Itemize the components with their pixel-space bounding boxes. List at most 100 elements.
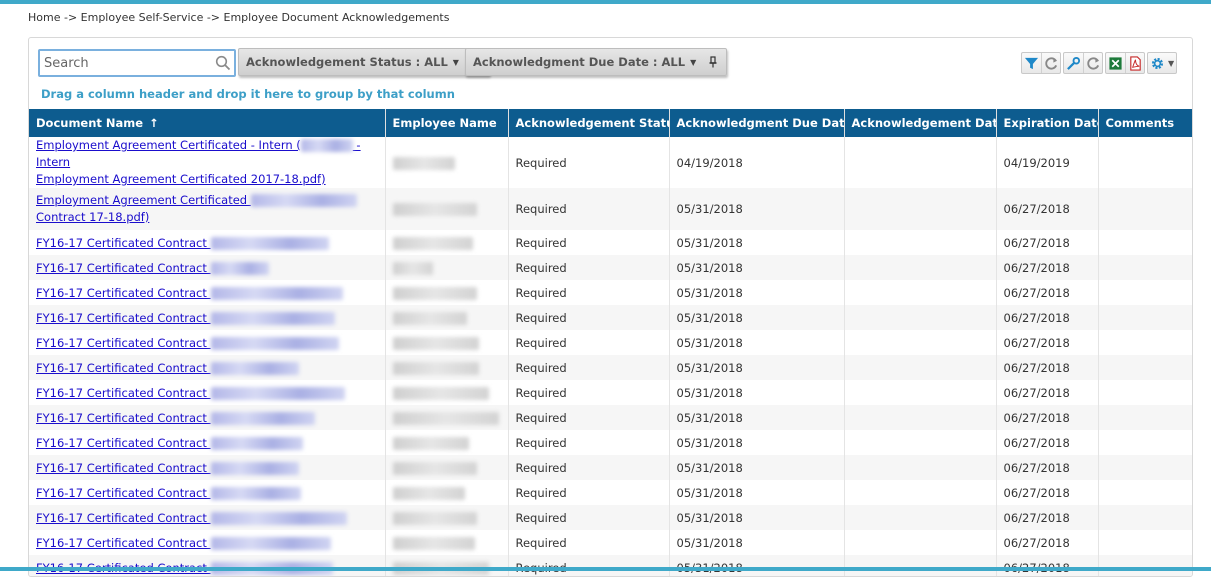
document-name-cell: FY16-17 Certificated Contract bbox=[29, 330, 386, 355]
table-row[interactable]: FY16-17 Certificated Contract Required05… bbox=[29, 230, 1192, 255]
redacted-text bbox=[300, 139, 353, 152]
expiration-date-cell: 06/27/2018 bbox=[996, 280, 1099, 305]
comments-cell bbox=[1098, 505, 1192, 530]
column-header-employee-name[interactable]: Employee Name bbox=[385, 109, 509, 137]
caret-down-icon: ▼ bbox=[690, 57, 697, 67]
document-link[interactable]: FY16-17 Certificated Contract bbox=[36, 336, 339, 350]
table-row[interactable]: FY16-17 Certificated Contract Required05… bbox=[29, 380, 1192, 405]
comments-cell bbox=[1098, 305, 1192, 330]
document-link[interactable]: FY16-17 Certificated Contract bbox=[36, 486, 301, 500]
column-header-acknowledgment-due-date[interactable]: Acknowledgment Due Date bbox=[669, 109, 845, 137]
column-header-acknowledgement-status[interactable]: Acknowledgement Status bbox=[508, 109, 670, 137]
redacted-text bbox=[392, 536, 475, 550]
expiration-date-cell: 06/27/2018 bbox=[996, 530, 1099, 555]
table-row[interactable]: FY16-17 Certificated Contract Required05… bbox=[29, 255, 1192, 280]
table-row[interactable]: Employment Agreement Certificated Contra… bbox=[29, 188, 1192, 230]
redacted-text bbox=[210, 286, 343, 300]
document-link[interactable]: FY16-17 Certificated Contract bbox=[36, 311, 335, 325]
document-link[interactable]: FY16-17 Certificated Contract bbox=[36, 361, 299, 375]
expiration-date-cell: 06/27/2018 bbox=[996, 355, 1099, 380]
redacted-text bbox=[392, 486, 465, 500]
grid-toolbar: ▼ bbox=[1021, 52, 1178, 74]
redacted-text bbox=[210, 236, 329, 250]
ack-date-cell bbox=[844, 430, 997, 455]
filter-label: Acknowledgement Status : ALL bbox=[246, 55, 448, 69]
customize-button[interactable] bbox=[1064, 53, 1083, 73]
refresh-icon bbox=[1086, 56, 1099, 70]
comments-cell bbox=[1098, 255, 1192, 280]
table-row[interactable]: FY16-17 Certificated Contract Required05… bbox=[29, 505, 1192, 530]
table-row[interactable]: FY16-17 Certificated Contract Required05… bbox=[29, 530, 1192, 555]
table-row[interactable]: FY16-17 Certificated Contract Required05… bbox=[29, 330, 1192, 355]
reset-button[interactable] bbox=[1083, 53, 1102, 73]
search-icon[interactable] bbox=[215, 55, 231, 71]
document-link[interactable]: Employment Agreement Certificated Contra… bbox=[36, 193, 357, 224]
export-excel-button[interactable] bbox=[1106, 53, 1125, 73]
table-row[interactable]: FY16-17 Certificated Contract Required05… bbox=[29, 555, 1192, 576]
due-date-cell: 05/31/2018 bbox=[669, 405, 845, 430]
document-link[interactable]: FY16-17 Certificated Contract bbox=[36, 386, 345, 400]
employee-name-cell bbox=[385, 505, 509, 530]
document-link[interactable]: FY16-17 Certificated Contract bbox=[36, 511, 347, 525]
document-link[interactable]: FY16-17 Certificated Contract bbox=[36, 261, 269, 275]
document-name-cell: FY16-17 Certificated Contract bbox=[29, 405, 386, 430]
acknowledgement-status-filter[interactable]: Acknowledgement Status : ALL ▼ bbox=[238, 48, 490, 76]
comments-cell bbox=[1098, 280, 1192, 305]
redacted-text bbox=[210, 461, 299, 475]
table-row[interactable]: FY16-17 Certificated Contract Required05… bbox=[29, 455, 1192, 480]
document-name-cell: FY16-17 Certificated Contract bbox=[29, 355, 386, 380]
comments-cell bbox=[1098, 405, 1192, 430]
column-header-document-name[interactable]: Document Name ↑ bbox=[29, 109, 386, 137]
ack-date-cell bbox=[844, 305, 997, 330]
grid-settings-menu[interactable]: ▼ bbox=[1147, 52, 1178, 74]
employee-name-cell bbox=[385, 330, 509, 355]
employee-name-cell bbox=[385, 380, 509, 405]
redacted-text bbox=[392, 286, 477, 300]
document-link[interactable]: FY16-17 Certificated Contract bbox=[36, 461, 299, 475]
due-date-cell: 05/31/2018 bbox=[669, 555, 845, 576]
status-cell: Required bbox=[508, 355, 670, 380]
column-header-acknowledgement-date[interactable]: Acknowledgement Date bbox=[844, 109, 997, 137]
search-input[interactable] bbox=[40, 51, 210, 75]
status-cell: Required bbox=[508, 480, 670, 505]
document-name-cell: FY16-17 Certificated Contract bbox=[29, 280, 386, 305]
employee-name-cell bbox=[385, 230, 509, 255]
table-row[interactable]: Employment Agreement Certificated - Inte… bbox=[29, 137, 1192, 188]
table-row[interactable]: FY16-17 Certificated Contract Required05… bbox=[29, 280, 1192, 305]
document-link[interactable]: Employment Agreement Certificated - Inte… bbox=[36, 138, 361, 186]
redacted-text bbox=[210, 336, 339, 350]
comments-cell bbox=[1098, 480, 1192, 505]
table-row[interactable]: FY16-17 Certificated Contract Required05… bbox=[29, 405, 1192, 430]
due-date-cell: 05/31/2018 bbox=[669, 430, 845, 455]
table-row[interactable]: FY16-17 Certificated Contract Required05… bbox=[29, 305, 1192, 330]
redacted-text bbox=[392, 203, 477, 216]
ack-date-cell bbox=[844, 380, 997, 405]
employee-name-cell bbox=[385, 280, 509, 305]
chevron-down-icon: ▼ bbox=[1168, 58, 1175, 68]
column-header-comments[interactable]: Comments bbox=[1098, 109, 1192, 137]
export-pdf-button[interactable] bbox=[1125, 53, 1144, 73]
ack-date-cell bbox=[844, 480, 997, 505]
due-date-cell: 05/31/2018 bbox=[669, 255, 845, 280]
acknowledgment-due-date-filter[interactable]: Acknowledgment Due Date : ALL ▼ bbox=[465, 48, 728, 76]
document-link[interactable]: FY16-17 Certificated Contract bbox=[36, 286, 343, 300]
document-link[interactable]: FY16-17 Certificated Contract bbox=[36, 236, 329, 250]
document-link[interactable]: FY16-17 Certificated Contract bbox=[36, 411, 315, 425]
clear-filter-button[interactable] bbox=[1041, 53, 1060, 73]
table-row[interactable]: FY16-17 Certificated Contract Required05… bbox=[29, 430, 1192, 455]
due-date-cell: 05/31/2018 bbox=[669, 530, 845, 555]
document-link[interactable]: FY16-17 Certificated Contract bbox=[36, 436, 303, 450]
status-cell: Required bbox=[508, 305, 670, 330]
document-link[interactable]: FY16-17 Certificated Contract bbox=[36, 536, 331, 550]
search-box[interactable] bbox=[38, 49, 236, 77]
filter-button[interactable] bbox=[1022, 53, 1041, 73]
column-header-expiration-date[interactable]: Expiration Date bbox=[996, 109, 1099, 137]
due-date-cell: 05/31/2018 bbox=[669, 330, 845, 355]
ack-date-cell bbox=[844, 455, 997, 480]
table-row[interactable]: FY16-17 Certificated Contract Required05… bbox=[29, 480, 1192, 505]
pin-icon[interactable] bbox=[708, 56, 718, 68]
ack-date-cell bbox=[844, 137, 997, 188]
employee-name-cell bbox=[385, 480, 509, 505]
table-row[interactable]: FY16-17 Certificated Contract Required05… bbox=[29, 355, 1192, 380]
document-name-cell: FY16-17 Certificated Contract bbox=[29, 230, 386, 255]
